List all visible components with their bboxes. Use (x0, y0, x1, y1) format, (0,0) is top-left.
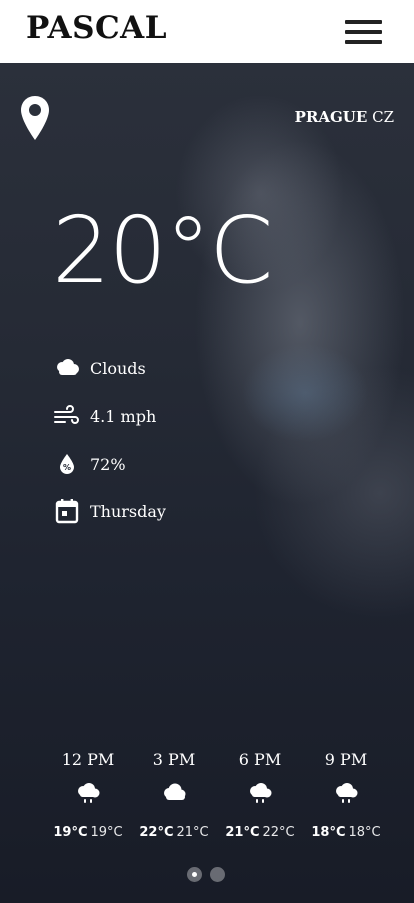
menu-bar (345, 40, 382, 44)
forecast-low: 19°C (90, 825, 123, 840)
forecast-temps: 22°C 21°C (129, 825, 219, 840)
rain-cloud-icon (53, 781, 123, 805)
location-pin-icon[interactable] (20, 95, 50, 145)
forecast-high: 22°C (139, 825, 174, 840)
forecast-high: 19°C (53, 825, 88, 840)
menu-bar (345, 20, 382, 24)
clouds-icon (53, 354, 81, 382)
forecast-temps: 21°C 22°C (215, 825, 305, 840)
forecast-temps: 19°C 19°C (43, 825, 133, 840)
forecast-low: 21°C (176, 825, 209, 840)
forecast-low: 22°C (262, 825, 295, 840)
brand-logo[interactable]: PASCAL (26, 10, 167, 46)
forecast-time: 12 PM (61, 750, 115, 769)
cloud-icon (139, 781, 209, 803)
location-label: PRAGUE CZ (295, 108, 394, 126)
page-dot-1[interactable] (187, 867, 202, 882)
humidity-drop-icon: % (53, 450, 81, 478)
page-indicator (187, 867, 225, 882)
forecast-time: 9 PM (324, 750, 368, 769)
calendar-icon (53, 497, 81, 525)
city-name: PRAGUE (294, 108, 368, 126)
wind-icon (53, 402, 81, 430)
humidity-text: 72% (90, 454, 126, 474)
wind-row: 4.1 mph (53, 402, 156, 430)
svg-text:%: % (63, 463, 71, 472)
day-row: Thursday (53, 497, 166, 525)
page-dot-2[interactable] (210, 867, 225, 882)
day-text: Thursday (90, 501, 166, 521)
rain-cloud-icon (311, 781, 381, 805)
weather-background (0, 63, 414, 903)
forecast-temps: 18°C 18°C (301, 825, 391, 840)
forecast-time: 6 PM (238, 750, 282, 769)
forecast-high: 18°C (311, 825, 346, 840)
forecast-time: 3 PM (152, 750, 196, 769)
rain-cloud-icon (225, 781, 295, 805)
menu-bar (345, 30, 382, 34)
forecast-low: 18°C (348, 825, 381, 840)
condition-row: Clouds (53, 354, 146, 382)
forecast-high: 21°C (225, 825, 260, 840)
app: PASCAL PRAGUE CZ 20°C Clouds 4.1 mph % 7… (0, 0, 414, 903)
hamburger-menu-button[interactable] (342, 17, 384, 47)
current-temperature: 20°C (52, 197, 273, 304)
wind-text: 4.1 mph (90, 406, 157, 426)
humidity-row: % 72% (53, 450, 126, 478)
header: PASCAL (0, 0, 414, 63)
condition-text: Clouds (90, 358, 146, 378)
country-code: CZ (372, 108, 394, 126)
